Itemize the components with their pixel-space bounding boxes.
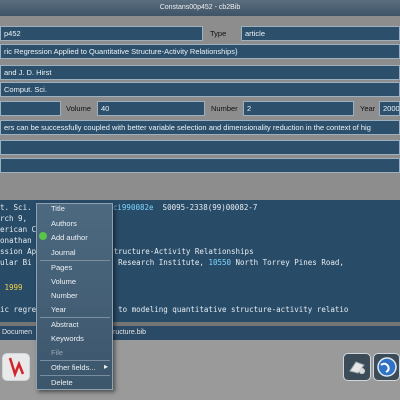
menu-item-file: File bbox=[51, 348, 64, 357]
window-titlebar: Constans00p452 - cb2Bib bbox=[0, 0, 400, 16]
number-field[interactable]: 2 bbox=[243, 101, 354, 116]
menu-separator bbox=[40, 260, 110, 261]
menu-item-abstract[interactable]: Abstract bbox=[51, 320, 79, 329]
window-title: Constans00p452 - cb2Bib bbox=[159, 4, 241, 11]
authors-field[interactable]: and J. D. Hirst bbox=[0, 65, 400, 80]
pages-field[interactable] bbox=[0, 101, 61, 116]
editor-line: ular Bi Scripps Research Institute, 10550… bbox=[0, 258, 344, 267]
add-icon bbox=[39, 232, 47, 240]
menu-item-delete[interactable]: Delete bbox=[51, 378, 73, 387]
journal-field[interactable]: Comput. Sci. bbox=[0, 82, 400, 97]
number-label: Number bbox=[211, 104, 238, 113]
menu-item-keywords[interactable]: Keywords bbox=[51, 334, 84, 343]
volume-field[interactable]: 40 bbox=[97, 101, 205, 116]
menu-item-title[interactable]: Title bbox=[51, 204, 65, 213]
menu-separator bbox=[40, 375, 110, 376]
fields-panel: p452 Type article ric Regression Applied… bbox=[0, 16, 400, 200]
menu-item-journal[interactable]: Journal bbox=[51, 248, 76, 257]
status-file: ructure.bib bbox=[113, 329, 147, 336]
pdf-icon bbox=[3, 357, 29, 382]
menu-separator bbox=[40, 360, 110, 361]
globe-icon bbox=[374, 357, 400, 382]
view-source-button[interactable] bbox=[343, 353, 371, 381]
editor-line: ssion Ap ative Structure-Activity Relatio… bbox=[0, 247, 254, 256]
key-field[interactable]: p452 bbox=[0, 26, 203, 41]
file-field[interactable] bbox=[0, 158, 400, 173]
year-field[interactable]: 2000 bbox=[379, 101, 400, 116]
menu-item-pages[interactable]: Pages bbox=[51, 263, 72, 272]
pdf-button[interactable] bbox=[2, 353, 30, 381]
view-source-icon bbox=[344, 361, 370, 382]
editor-line: onathan bbox=[0, 236, 32, 245]
menu-item-add-author[interactable]: Add author bbox=[51, 233, 88, 242]
menu-item-year[interactable]: Year bbox=[51, 305, 66, 314]
editor-line: 1999 bbox=[0, 283, 23, 292]
menu-item-other-fields[interactable]: Other fields... bbox=[51, 363, 96, 372]
editor-line: erican C bbox=[0, 225, 37, 234]
title-field[interactable]: ric Regression Applied to Quantitative S… bbox=[0, 44, 400, 59]
editor-line: rch 9, bbox=[0, 214, 28, 223]
year-label: Year bbox=[360, 104, 376, 113]
type-label: Type bbox=[210, 29, 227, 38]
abstract-field[interactable]: ers can be successfully coupled with bet… bbox=[0, 120, 400, 135]
menu-separator bbox=[40, 317, 110, 318]
keywords-field[interactable] bbox=[0, 140, 400, 155]
web-search-button[interactable] bbox=[373, 353, 400, 381]
chevron-right-icon: ▸ bbox=[104, 362, 109, 371]
status-left: Documen bbox=[2, 329, 32, 336]
menu-item-volume[interactable]: Volume bbox=[51, 277, 76, 286]
volume-label: Volume bbox=[66, 104, 92, 113]
type-field[interactable]: article bbox=[241, 26, 400, 41]
context-menu: Title Authors Add author Journal Pages V… bbox=[36, 203, 113, 390]
menu-item-authors[interactable]: Authors bbox=[51, 219, 77, 228]
menu-item-number[interactable]: Number bbox=[51, 291, 78, 300]
editor-line: ic regre applied to modeling quantitative… bbox=[0, 305, 349, 314]
